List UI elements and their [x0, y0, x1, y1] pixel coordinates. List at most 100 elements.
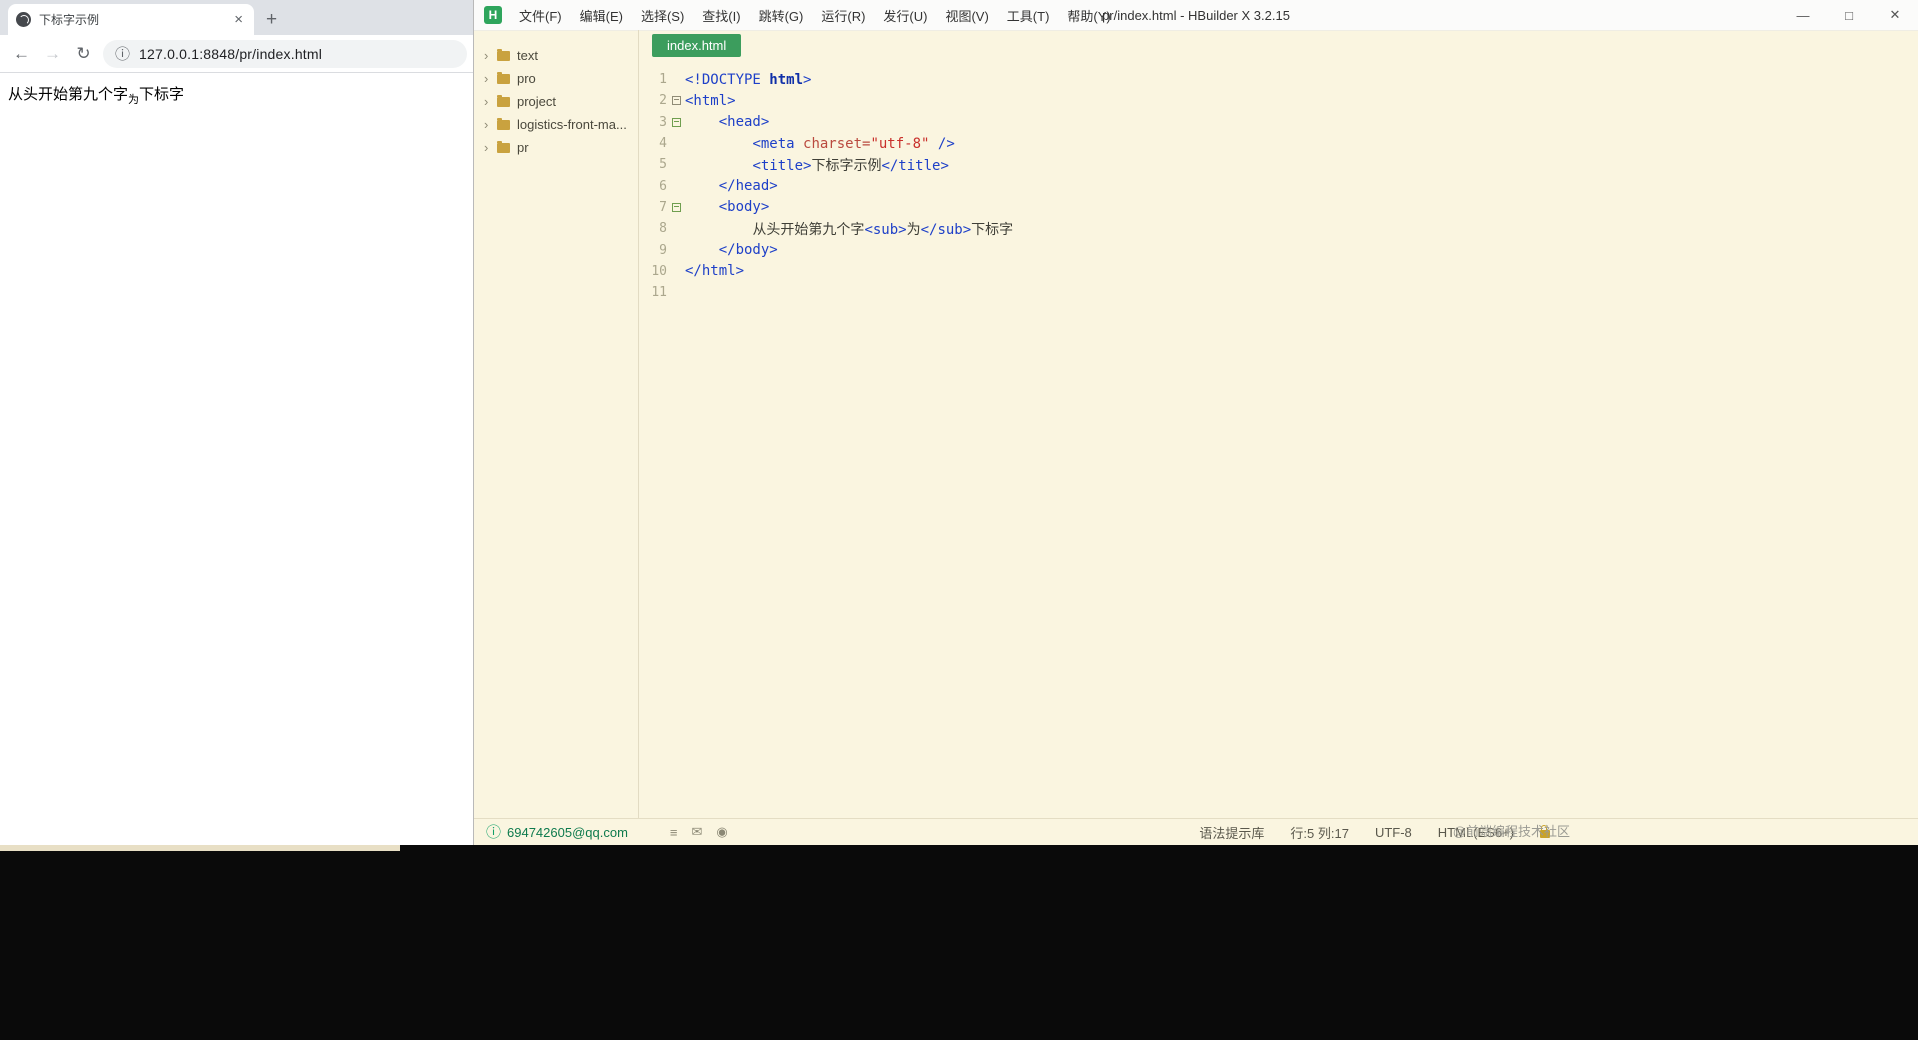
line-number: 9	[659, 242, 667, 258]
status-item: UTF-8	[1374, 824, 1412, 840]
account-email[interactable]: 694742605@qq.com	[507, 825, 628, 840]
code-line[interactable]: 1 <!DOCTYPE html>	[639, 69, 1918, 90]
code-line[interactable]: 9 </body>	[639, 239, 1918, 260]
code-line[interactable]: 3 <head>	[639, 112, 1918, 133]
line-number: 2	[659, 93, 667, 109]
tree-item-label: pr	[517, 140, 529, 155]
menu-item[interactable]: 运行(R)	[812, 6, 874, 25]
code-line[interactable]: 2 <html>	[639, 90, 1918, 111]
tab-favicon	[16, 12, 31, 27]
fold-toggle-icon[interactable]	[671, 117, 681, 127]
code-text: <html>	[685, 93, 736, 109]
mail-icon[interactable]: ✉	[692, 824, 703, 840]
code-token: 下标字	[971, 221, 1014, 238]
tree-item-label: project	[517, 94, 557, 109]
code-line[interactable]: 11	[639, 282, 1918, 303]
browser-window: 下标字示例 × + ← → ↻ ⓘ 127.0.0.1:8848/pr/inde…	[0, 0, 473, 845]
code-line[interactable]: 6 </head>	[639, 175, 1918, 196]
line-number: 10	[651, 263, 667, 279]
page-subscript-text: 为	[128, 93, 140, 106]
code-line[interactable]: 7 <body>	[639, 197, 1918, 218]
code-area[interactable]: 1 <!DOCTYPE html> 2 <html> 3 <head> 4 <meta c…	[639, 61, 1918, 303]
menu-item[interactable]: 发行(U)	[874, 6, 936, 25]
line-number: 8	[659, 221, 667, 237]
code-token: <head>	[718, 114, 770, 131]
code-text: <meta charset="utf-8" />	[685, 135, 954, 152]
status-item: HTML(ES6+)	[1437, 824, 1514, 840]
menu-item[interactable]: 查找(I)	[693, 6, 749, 25]
line-number: 3	[659, 114, 667, 130]
status-item: 行:5 列:17	[1290, 825, 1349, 841]
plugin-icon[interactable]: ◉	[716, 824, 727, 840]
new-tab-button[interactable]: +	[266, 10, 277, 29]
code-line[interactable]: 5 <title>下标字示例</title>	[639, 154, 1918, 175]
code-token: <!DOCTYPE	[685, 71, 770, 88]
chevron-right-icon: ›	[484, 48, 489, 63]
code-token: html	[769, 71, 804, 88]
page-text-before: 从头开始第九个字	[8, 85, 129, 103]
lock-icon[interactable]	[1540, 825, 1550, 838]
file-tree-panel: › text › pro › project › logistics-front-ma... ›…	[474, 30, 639, 818]
tree-item[interactable]: › pro	[474, 67, 638, 90]
editor-tab-bar: index.html	[639, 30, 1918, 61]
code-token: </html>	[685, 263, 745, 280]
status-right-items: 语法提示库 行:5 列:17 UTF-8 HTML(ES6+)	[1199, 823, 1514, 842]
code-text: </body>	[685, 242, 778, 258]
code-token: 从头开始第九个字	[752, 221, 865, 238]
account-icon[interactable]: ⓘ	[486, 825, 501, 840]
tab-close-icon[interactable]: ×	[231, 11, 246, 28]
chevron-right-icon: ›	[484, 140, 489, 155]
page-info-icon[interactable]: ⓘ	[115, 43, 130, 64]
tree-item[interactable]: › pr	[474, 136, 638, 159]
code-token: 为	[906, 221, 921, 238]
taskbar-area	[0, 845, 1918, 1040]
maximize-button[interactable]: □	[1826, 0, 1872, 30]
menu-item[interactable]: 视图(V)	[936, 6, 997, 25]
menu-item[interactable]: 编辑(E)	[571, 6, 632, 25]
code-line[interactable]: 4 <meta charset="utf-8" />	[639, 133, 1918, 154]
url-text: 127.0.0.1:8848/pr/index.html	[139, 45, 323, 62]
status-item: 语法提示库	[1199, 825, 1265, 841]
minimize-button[interactable]: —	[1780, 0, 1826, 30]
tree-item[interactable]: › text	[474, 44, 638, 67]
fold-toggle-icon[interactable]	[671, 202, 681, 212]
code-token: <body>	[718, 199, 770, 216]
line-number: 4	[659, 136, 667, 152]
chevron-right-icon: ›	[484, 94, 489, 109]
code-text: <title>下标字示例</title>	[685, 155, 948, 175]
code-token: <meta	[752, 135, 804, 152]
screen: { "colors": { "accent-green": "#3C9D5D",…	[0, 0, 1918, 1040]
ide-titlebar: H 文件(F) 编辑(E) 选择(S) 查找(I) 跳转(G) 运行(R) 发行(U) 视图(…	[474, 0, 1918, 31]
code-token: <html>	[685, 92, 736, 109]
tab-title: 下标字示例	[39, 13, 100, 27]
line-number: 1	[659, 72, 667, 88]
fold-toggle-icon[interactable]	[671, 96, 681, 106]
hbuilder-window: H 文件(F) 编辑(E) 选择(S) 查找(I) 跳转(G) 运行(R) 发行(U) 视图(…	[473, 0, 1918, 845]
menu-item[interactable]: 跳转(G)	[750, 6, 813, 25]
forward-button[interactable]: →	[37, 44, 68, 64]
code-line[interactable]: 8 从头开始第九个字<sub>为</sub>下标字	[639, 218, 1918, 239]
address-bar[interactable]: ⓘ 127.0.0.1:8848/pr/index.html	[103, 39, 467, 68]
line-number: 7	[659, 199, 667, 215]
ide-main-area: › text › pro › project › logistics-front-ma... ›…	[474, 30, 1918, 818]
reload-button[interactable]: ↻	[68, 44, 99, 64]
menu-item[interactable]: 工具(T)	[998, 6, 1059, 25]
menu-item[interactable]: 文件(F)	[510, 6, 571, 25]
status-right: 语法提示库 行:5 列:17 UTF-8 HTML(ES6+)	[1199, 823, 1550, 842]
tree-item[interactable]: › logistics-front-ma...	[474, 113, 638, 136]
editor-tab-index-html[interactable]: index.html	[652, 34, 742, 57]
menu-item[interactable]: 选择(S)	[632, 6, 693, 25]
outline-icon[interactable]: ≡	[670, 825, 678, 840]
browser-tab[interactable]: 下标字示例 ×	[8, 4, 254, 35]
back-button[interactable]: ←	[6, 44, 37, 64]
folder-icon	[497, 48, 510, 61]
code-token: </body>	[718, 242, 778, 259]
close-button[interactable]: ✕	[1872, 0, 1918, 30]
tree-item[interactable]: › project	[474, 90, 638, 113]
folder-icon	[497, 94, 510, 107]
chevron-right-icon: ›	[484, 117, 489, 132]
code-token: 下标字示例	[811, 157, 882, 174]
code-line[interactable]: 10 </html>	[639, 261, 1918, 282]
